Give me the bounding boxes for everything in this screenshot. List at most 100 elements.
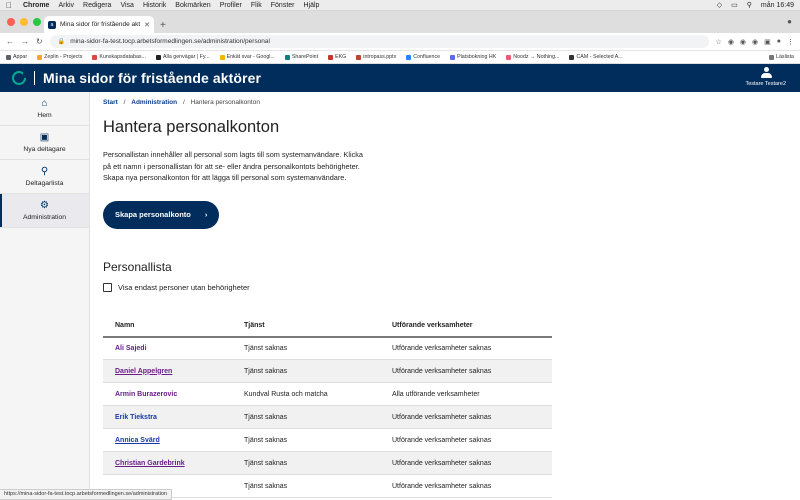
back-icon[interactable]: ← [6,37,14,46]
table-header-row: Namn Tjänst Utförande verksamheter [103,314,552,338]
sidebar: ⌂ Hem ▣ Nya deltagare ⚲ Deltagarlista ⚙ … [0,92,90,499]
staff-table: Namn Tjänst Utförande verksamheter Ali S… [103,314,552,498]
staff-name-link[interactable]: Christian Gardebrink [103,451,232,475]
tab-search-icon[interactable]: ● [787,17,792,26]
staff-service: Tjänst saknas [232,359,380,383]
bookmark-confluence[interactable]: Confluence [406,54,440,60]
create-account-label: Skapa personalkonto [115,210,191,219]
maximize-window-button[interactable] [33,18,41,26]
user-menu[interactable]: Testare Testare2 [745,67,786,87]
profile-avatar-icon[interactable]: ● [777,38,781,46]
extension-icon[interactable]: ◉ [740,38,746,46]
menu-redigera[interactable]: Redigera [83,2,111,9]
no-permissions-filter[interactable]: Visa endast personer utan behörigheter [103,282,800,292]
search-icon[interactable]: ⚲ [747,1,752,9]
staff-service: Tjänst saknas [232,474,380,498]
table-row[interactable]: Erik Tiekstra Tjänst saknas Utförande ve… [103,405,552,429]
menu-flik[interactable]: Flik [251,2,262,9]
staff-units: Utförande verksamheter saknas [380,405,552,429]
bookmark-zeplin[interactable]: Zeplin - Projects [37,54,82,60]
create-account-button[interactable]: Skapa personalkonto › [103,200,220,229]
macos-menu-bar:  Chrome Arkiv Redigera Visa Historik Bo… [0,0,800,11]
bookmark-favicon-icon [155,54,161,60]
staff-name-link[interactable]: Armin Burazerovic [103,382,232,406]
url-text: mina-sidor-fa-test.tocp.arbetsformedling… [70,38,270,45]
app-title[interactable]: Mina sidor för fristående aktörer [43,70,261,86]
sidebar-item-nya-deltagare[interactable]: ▣ Nya deltagare [0,126,89,160]
new-tab-button[interactable]: + [160,20,166,31]
bookmark-noodz[interactable]: Noodz → Nothing... [506,54,559,60]
menu-hjalp[interactable]: Hjälp [304,2,320,9]
column-header-units[interactable]: Utförande verksamheter [380,314,552,338]
minimize-window-button[interactable] [20,18,28,26]
bookmark-ekg[interactable]: EKG [328,54,346,60]
close-tab-icon[interactable]: ✕ [144,21,150,29]
staff-service: Tjänst saknas [232,451,380,475]
menu-clock[interactable]: mån 16:49 [761,2,794,9]
bookmark-enkat[interactable]: Enkät svar - Googl... [219,54,275,60]
menu-arkiv[interactable]: Arkiv [58,2,74,9]
bookmark-label: Confluence [413,54,441,60]
reading-list-label: Läslista [776,54,794,60]
arbetsformedlingen-logo-icon[interactable] [12,71,27,85]
staff-service: Tjänst saknas [232,405,380,429]
staff-units: Utförande verksamheter saknas [380,359,552,383]
bookmark-genvagar[interactable]: Alla genvägar | Fy... [155,54,210,60]
column-header-name[interactable]: Namn [103,314,232,338]
table-row[interactable]: Christian Gardebrink Tjänst saknas Utför… [103,451,552,475]
puzzle-icon[interactable]: ▣ [764,38,771,46]
filter-label: Visa endast personer utan behörigheter [118,282,250,292]
menu-fonster[interactable]: Fönster [271,2,295,9]
bookmark-intropass[interactable]: intropass.pptx [356,54,396,60]
staff-service: Tjänst saknas [232,428,380,452]
menu-visa[interactable]: Visa [120,2,134,9]
menu-profiler[interactable]: Profiler [220,2,242,9]
menu-app-name[interactable]: Chrome [23,2,49,9]
bookmark-kunskapsdatabas[interactable]: Kunskapsdatabas... [92,54,146,60]
lock-icon[interactable]: 🔒 [58,38,65,45]
breadcrumb-admin-link[interactable]: Administration [131,99,177,106]
table-row[interactable]: Annica Svärd Tjänst saknas Utförande ver… [103,428,552,452]
bookmark-label: Enkät svar - Googl... [226,54,275,60]
staff-name-text: Annica Svärd [115,436,160,444]
url-bar[interactable]: 🔒 mina-sidor-fa-test.tocp.arbetsformedli… [49,35,709,48]
extension-icon[interactable]: ◉ [752,38,758,46]
extension-icons: ☆ ◉ ◉ ◉ ▣ ● ⋮ [716,38,794,46]
staff-name-link[interactable]: Ali Sajedi [103,336,232,360]
wifi-icon[interactable]: ◇ [717,1,722,9]
menu-historik[interactable]: Historik [143,2,166,9]
table-row[interactable]: Armin Burazerovic Kundval Rusta och matc… [103,382,552,406]
table-row[interactable]: Ali Sajedi Tjänst saknas Utförande verks… [103,336,552,360]
staff-name-link[interactable]: Erik Tiekstra [103,405,232,429]
bookmark-platsbokning[interactable]: Platsbokning HK [450,54,496,60]
menu-bokmarken[interactable]: Bokmärken [175,2,210,9]
kebab-menu-icon[interactable]: ⋮ [787,38,794,46]
window-controls [7,18,41,26]
close-window-button[interactable] [7,18,15,26]
bookmark-cam[interactable]: CAM - Selected A... [569,54,623,60]
browser-tab[interactable]: a Mina sidor för fristående aktörer ✕ [44,16,154,33]
bookmark-sharepoint[interactable]: SharePoint [284,54,318,60]
sidebar-item-hem[interactable]: ⌂ Hem [0,92,89,126]
sidebar-item-deltagarlista[interactable]: ⚲ Deltagarlista [0,160,89,194]
bookmark-favicon-icon [328,54,334,60]
reload-icon[interactable]: ↻ [36,37,43,46]
extension-icon[interactable]: ◉ [728,38,734,46]
star-icon[interactable]: ☆ [716,38,722,46]
sidebar-item-label: Hem [37,111,52,119]
address-toolbar: ← → ↻ 🔒 mina-sidor-fa-test.tocp.arbetsfo… [0,33,800,51]
apple-icon[interactable]:  [6,1,14,10]
sidebar-item-administration[interactable]: ⚙ Administration [0,194,89,228]
table-row[interactable]: Daniel Appelgren Tjänst saknas Utförande… [103,359,552,383]
page-intro: Personallistan innehåller all personal s… [103,150,363,182]
reading-list-button[interactable]: Läslista [769,54,794,60]
clipboard-icon: ▣ [39,131,50,143]
staff-name-link[interactable]: Annica Svärd [103,428,232,452]
staff-name-link[interactable]: Daniel Appelgren [103,359,232,383]
forward-icon[interactable]: → [21,37,29,46]
battery-icon[interactable]: ▭ [731,1,738,9]
filter-checkbox[interactable] [103,282,112,292]
bookmark-appar[interactable]: Appar [6,54,27,60]
breadcrumb-start-link[interactable]: Start [103,99,118,106]
column-header-service[interactable]: Tjänst [232,314,380,338]
